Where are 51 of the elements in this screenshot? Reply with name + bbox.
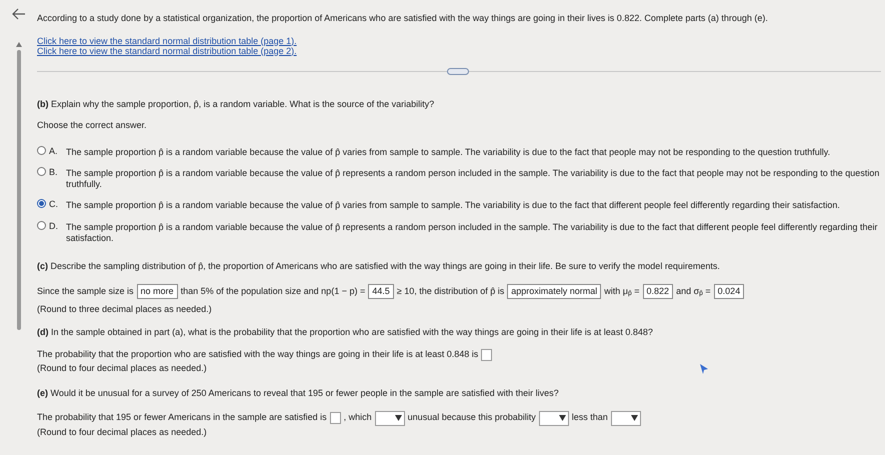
answer-field[interactable]: 0.024 (714, 284, 744, 299)
answer-text: The probability that the proportion who are satisfied with the way things are going in their life is at least 0.848 is (37, 348, 478, 361)
cursor-icon (700, 364, 708, 374)
radio-button[interactable] (37, 167, 46, 176)
answer-text: than 5% of the population size and np(1 − p) = (180, 284, 366, 298)
radio-button[interactable] (37, 199, 46, 208)
expand-button[interactable] (447, 68, 469, 75)
answer-text: ≥ 10, the distribution of p̂ is (396, 284, 504, 298)
instruction-text: Choose the correct answer. (37, 119, 147, 132)
answer-text: The probability that 195 or fewer Americans in the sample are satisfied is (37, 411, 327, 424)
dropdown-field[interactable] (610, 410, 641, 426)
answer-field[interactable]: 0.822 (642, 284, 674, 299)
answer-field[interactable]: approximately normal (507, 284, 602, 299)
scroll-up-icon[interactable] (16, 42, 22, 47)
back-arrow-icon[interactable] (12, 8, 26, 20)
option-letter: A. (49, 144, 59, 158)
answer-field[interactable] (481, 348, 492, 361)
dropdown-field[interactable] (538, 410, 569, 426)
option-text: The sample proportion p̂ is a random variable because the value of p̂ varies from sample to sample. The variability is due to the fact that different people feel differently regarding their satisfaction. (66, 199, 840, 211)
dropdown-field[interactable] (374, 410, 405, 426)
answer-text: Since the sample size is (37, 284, 134, 298)
option-letter: C. (49, 198, 59, 211)
answer-text: , which (344, 411, 372, 424)
question-text: (c) Describe the sampling distribution of p̂, the proportion of Americans who are satisfied with the way things are going in their life. Be sure to verify the model requirements. (37, 260, 720, 273)
answer-field[interactable] (330, 412, 341, 424)
answer-field[interactable]: no more (136, 284, 178, 299)
note-text: (Round to three decimal places as needed.) (37, 303, 212, 316)
radio-button[interactable] (37, 220, 46, 230)
answer-field[interactable]: 44.5 (368, 284, 394, 299)
caret-icon (394, 415, 402, 421)
option-text: The sample proportion p̂ is a random variable because the value of p̂ varies from sample to sample. The variability is due to the fact that people may not be responding to the question truthfully. (66, 146, 830, 158)
caret-icon (630, 415, 638, 421)
caret-icon (558, 415, 566, 421)
option-letter: B. (49, 166, 59, 179)
question-text: (d) In the sample obtained in part (a), what is the probability that the proportion who are satisfied with the way things are going in their life is at least 0.848? (37, 326, 653, 339)
answer-text: less than (572, 411, 608, 424)
table-link[interactable]: Click here to view the standard normal distribution table (page 1). (37, 36, 297, 46)
question-text: (e) Would it be unusual for a survey of 250 Americans to reveal that 195 or fewer people in the sample are satisfied with their lives? (37, 387, 559, 400)
option-letter: D. (49, 220, 59, 232)
answer-text: and σ$_{p̂}$ = (676, 284, 711, 298)
note-text: (Round to four decimal places as needed.) (37, 362, 207, 375)
option-text: The sample proportion p̂ is a random variable because the value of p̂ represents a random person included in the sample. The variability is due to the fact that people may not be responding to the question truthfully. (66, 167, 880, 190)
answer-text: with μ$_{p̂}$ = (604, 284, 640, 298)
problem-statement: According to a study done by a statistical organization, the proportion of Americans who are satisfied with the way things are going in their lives is 0.822. Complete parts (a) through (e). (37, 12, 768, 25)
answer-text: unusual because this probability (408, 411, 536, 424)
question-text: (b) Explain why the sample proportion, p̂, is a random variable. What is the source of the variability? (37, 98, 434, 111)
note-text: (Round to four decimal places as needed.) (37, 426, 207, 439)
table-link[interactable]: Click here to view the standard normal distribution table (page 2). (37, 46, 297, 56)
scrollbar-thumb[interactable] (16, 50, 20, 330)
option-text: The sample proportion p̂ is a random variable because the value of p̂ represents a random person included in the sample. The variability is due to the fact that different people feel differently regarding their satisfaction. (66, 220, 878, 244)
radio-button[interactable] (37, 146, 46, 154)
